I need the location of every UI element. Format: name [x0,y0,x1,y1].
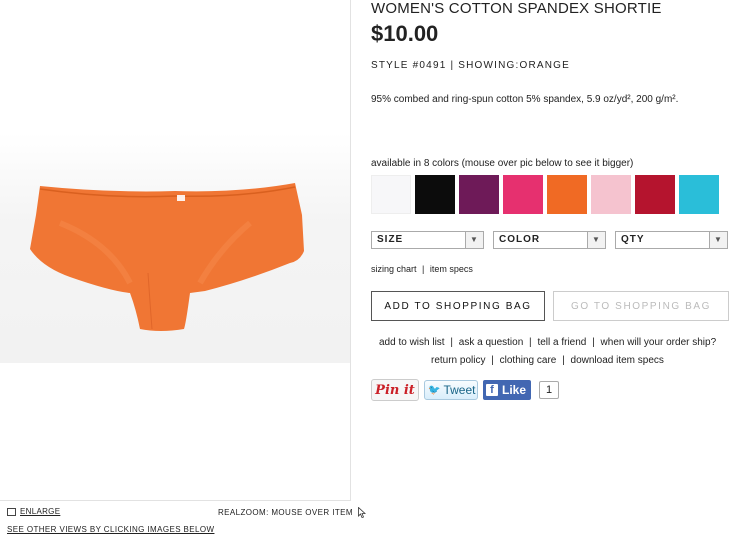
color-swatch[interactable] [415,175,455,214]
color-swatch[interactable] [459,175,499,214]
item-specs-link[interactable]: item specs [430,264,473,274]
add-to-wish-list-link[interactable]: add to wish list [379,337,445,348]
realzoom-label: REALZOOM: MOUSE OVER ITEM [218,508,353,517]
option-selects: SIZE ▼ COLOR ▼ QTY ▼ [371,231,728,249]
color-swatch[interactable] [547,175,587,214]
cursor-icon [358,507,366,518]
size-select[interactable]: SIZE ▼ [371,231,484,249]
enlarge-label: ENLARGE [20,507,61,516]
color-swatch[interactable] [679,175,719,214]
like-count: 1 [539,381,560,399]
facebook-like-button[interactable]: f Like [483,380,532,400]
chevron-down-icon: ▼ [587,232,605,248]
realzoom-hint: REALZOOM: MOUSE OVER ITEM [218,507,366,518]
social-buttons: Pin it 🐦 Tweet f Like 1 [371,379,560,401]
like-label: Like [502,383,527,397]
color-swatch[interactable] [591,175,631,214]
color-swatch[interactable] [371,175,411,214]
qty-select-label: QTY [621,234,645,245]
tweet-button[interactable]: 🐦 Tweet [424,380,478,400]
go-to-shopping-bag-button[interactable]: GO TO SHOPPING BAG [553,291,729,321]
product-image-panel [0,0,351,501]
chevron-down-icon: ▼ [709,232,727,248]
return-policy-link[interactable]: return policy [431,355,485,366]
color-swatch[interactable] [635,175,675,214]
twitter-bird-icon: 🐦 [428,384,441,396]
action-links-row-2: return policy | clothing care | download… [431,355,664,366]
orange-shortie-image [30,183,304,331]
chevron-down-icon: ▼ [465,232,483,248]
pin-it-button[interactable]: Pin it [371,379,419,401]
color-swatches [371,175,719,214]
qty-select[interactable]: QTY ▼ [615,231,728,249]
color-swatch[interactable] [503,175,543,214]
facebook-icon: f [486,384,498,396]
separator: | [529,337,532,348]
style-line: STYLE #0491 | SHOWING:ORANGE [371,60,571,71]
product-description: 95% combed and ring-spun cotton 5% spand… [371,94,679,105]
see-other-views-link[interactable]: SEE OTHER VIEWS BY CLICKING IMAGES BELOW [7,525,214,534]
separator: | [450,337,453,348]
product-title: WOMEN'S COTTON SPANDEX SHORTIE [371,0,662,17]
ask-a-question-link[interactable]: ask a question [459,337,524,348]
separator: | [562,355,565,366]
product-price: $10.00 [371,21,439,46]
size-select-label: SIZE [377,234,404,245]
order-ship-link[interactable]: when will your order ship? [601,337,717,348]
tweet-label: Tweet [443,383,476,397]
clothing-care-link[interactable]: clothing care [500,355,557,366]
separator: | [422,264,425,274]
enlarge-icon [7,507,16,516]
color-select-label: COLOR [499,234,541,245]
download-specs-link[interactable]: download item specs [571,355,664,366]
add-to-shopping-bag-button[interactable]: ADD TO SHOPPING BAG [371,291,545,321]
product-photo[interactable] [0,133,350,363]
enlarge-link[interactable]: ENLARGE [7,507,60,516]
separator: | [491,355,494,366]
sizing-chart-link[interactable]: sizing chart [371,264,417,274]
color-select[interactable]: COLOR ▼ [493,231,606,249]
available-colors-label: available in 8 colors (mouse over pic be… [371,158,634,169]
tell-a-friend-link[interactable]: tell a friend [537,337,586,348]
sizing-links: sizing chart | item specs [371,264,473,274]
separator: | [592,337,595,348]
action-links-row-1: add to wish list | ask a question | tell… [379,337,716,348]
